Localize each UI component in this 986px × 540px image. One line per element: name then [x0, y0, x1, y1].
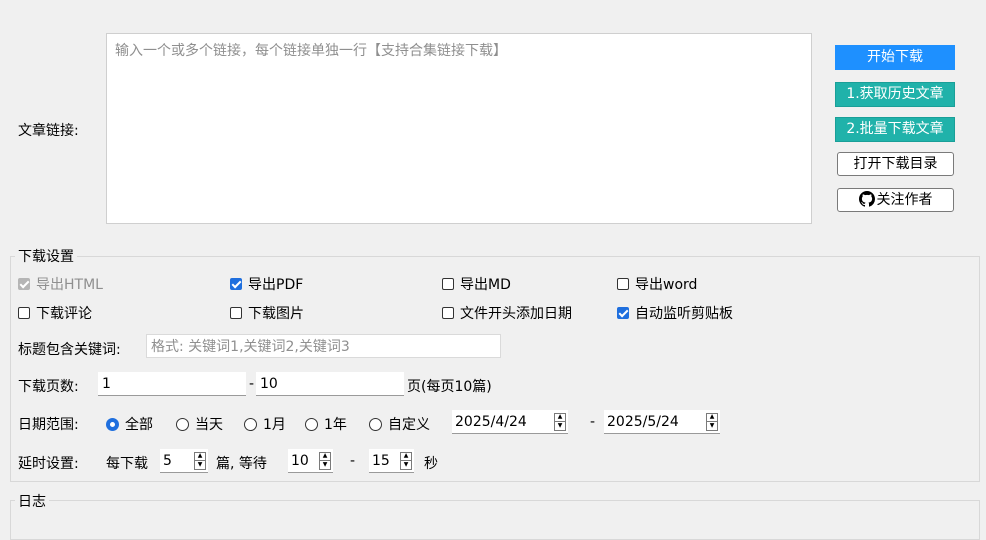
per-count-value: 5	[163, 452, 172, 469]
end-date-arrows[interactable]: ▲ ▼	[706, 412, 718, 431]
option-add-date-prefix[interactable]: 文件开头添加日期	[442, 303, 572, 323]
delay-label: 延时设置:	[18, 456, 79, 472]
option-download-comments[interactable]: 下载评论	[18, 303, 92, 323]
checkbox-download-comments[interactable]	[18, 307, 30, 319]
follow-author-button[interactable]: 关注作者	[837, 188, 954, 212]
radio-today[interactable]: 当天	[176, 414, 223, 434]
arrow-up-icon[interactable]: ▲	[555, 414, 565, 422]
radio-all-label: 全部	[125, 417, 153, 433]
option-download-images[interactable]: 下载图片	[230, 303, 304, 323]
option-export-html[interactable]: 导出HTML	[18, 274, 103, 294]
delay-min-spinbox[interactable]: 10 ▲ ▼	[288, 449, 333, 473]
link-label: 文章链接:	[18, 123, 79, 139]
radio-1month-label: 1月	[263, 417, 286, 433]
per-count-spinbox[interactable]: 5 ▲ ▼	[160, 449, 208, 473]
option-export-pdf[interactable]: 导出PDF	[230, 274, 303, 294]
date-range-label: 日期范围:	[18, 417, 79, 433]
delay-min-arrows[interactable]: ▲ ▼	[319, 451, 331, 470]
batch-download-button[interactable]: 2.批量下载文章	[835, 117, 955, 142]
option-export-html-label: 导出HTML	[36, 277, 103, 293]
delay-max-spinbox[interactable]: 15 ▲ ▼	[369, 449, 414, 473]
arrow-up-icon[interactable]: ▲	[707, 414, 717, 422]
checkbox-export-pdf[interactable]	[230, 278, 242, 290]
follow-author-label: 关注作者	[876, 192, 933, 208]
radio-1year[interactable]: 1年	[305, 414, 347, 434]
github-icon	[858, 191, 875, 207]
delay-min-value: 10	[291, 452, 309, 469]
option-download-images-label: 下载图片	[248, 306, 304, 322]
download-settings-title: 下载设置	[15, 246, 77, 266]
delay-unit-text: 篇, 等待	[216, 456, 267, 472]
option-watch-clipboard-label: 自动监听剪贴板	[635, 306, 733, 322]
start-download-button[interactable]: 开始下载	[835, 45, 955, 70]
radio-1year-dot[interactable]	[305, 417, 318, 431]
arrow-down-icon[interactable]: ▼	[401, 461, 411, 469]
radio-custom-dot[interactable]	[369, 417, 382, 431]
pages-dash: -	[249, 376, 255, 392]
per-count-arrows[interactable]: ▲ ▼	[194, 451, 206, 470]
end-date-spinbox[interactable]: 2025/5/24 ▲ ▼	[604, 410, 720, 434]
checkbox-export-word[interactable]	[617, 278, 629, 290]
option-export-word[interactable]: 导出word	[617, 274, 697, 294]
log-group	[10, 500, 980, 540]
option-export-word-label: 导出word	[635, 277, 698, 293]
delay-max-arrows[interactable]: ▲ ▼	[400, 451, 412, 470]
option-watch-clipboard[interactable]: 自动监听剪贴板	[617, 303, 733, 323]
option-download-comments-label: 下载评论	[36, 306, 92, 322]
pages-to-input[interactable]: 10	[256, 372, 404, 396]
arrow-down-icon[interactable]: ▼	[707, 422, 717, 430]
pages-label: 下载页数:	[18, 379, 79, 395]
get-history-button[interactable]: 1.获取历史文章	[835, 82, 955, 107]
start-date-arrows[interactable]: ▲ ▼	[554, 412, 566, 431]
start-date-spinbox[interactable]: 2025/4/24 ▲ ▼	[452, 410, 568, 434]
checkbox-export-html[interactable]	[18, 278, 30, 290]
arrow-down-icon[interactable]: ▼	[555, 422, 565, 430]
option-export-md-label: 导出MD	[460, 277, 511, 293]
end-date-value: 2025/5/24	[607, 413, 679, 430]
radio-all[interactable]: 全部	[106, 414, 153, 434]
delay-per-label: 每下载	[106, 456, 148, 472]
radio-all-dot[interactable]	[106, 417, 119, 431]
date-dash: -	[590, 414, 596, 430]
start-date-value: 2025/4/24	[455, 413, 527, 430]
option-add-date-prefix-label: 文件开头添加日期	[460, 306, 572, 322]
delay-sec-label: 秒	[424, 456, 438, 472]
delay-dash: -	[350, 453, 356, 469]
keyword-input[interactable]: 格式: 关键词1,关键词2,关键词3	[146, 334, 501, 358]
keyword-label: 标题包含关键词:	[18, 342, 121, 358]
link-textarea[interactable]: 输入一个或多个链接，每个链接单独一行【支持合集链接下载】	[106, 33, 812, 224]
checkbox-add-date-prefix[interactable]	[442, 307, 454, 319]
arrow-up-icon[interactable]: ▲	[195, 453, 205, 461]
option-export-md[interactable]: 导出MD	[442, 274, 511, 294]
checkbox-download-images[interactable]	[230, 307, 242, 319]
arrow-up-icon[interactable]: ▲	[320, 453, 330, 461]
log-title: 日志	[15, 491, 49, 511]
radio-custom[interactable]: 自定义	[369, 414, 430, 434]
open-folder-button[interactable]: 打开下载目录	[837, 152, 954, 176]
radio-1month[interactable]: 1月	[244, 414, 286, 434]
option-export-pdf-label: 导出PDF	[248, 277, 304, 293]
arrow-up-icon[interactable]: ▲	[401, 453, 411, 461]
delay-max-value: 15	[372, 452, 390, 469]
keyword-placeholder: 格式: 关键词1,关键词2,关键词3	[151, 339, 350, 355]
pages-from-input[interactable]: 1	[98, 372, 246, 396]
arrow-down-icon[interactable]: ▼	[195, 461, 205, 469]
radio-1year-label: 1年	[324, 417, 347, 433]
pages-suffix: 页(每页10篇)	[407, 379, 492, 395]
radio-custom-label: 自定义	[388, 417, 430, 433]
checkbox-watch-clipboard[interactable]	[617, 307, 629, 319]
arrow-down-icon[interactable]: ▼	[320, 461, 330, 469]
checkbox-export-md[interactable]	[442, 278, 454, 290]
link-textarea-placeholder: 输入一个或多个链接，每个链接单独一行【支持合集链接下载】	[115, 43, 507, 59]
radio-1month-dot[interactable]	[244, 417, 257, 431]
radio-today-label: 当天	[195, 417, 223, 433]
radio-today-dot[interactable]	[176, 417, 189, 431]
